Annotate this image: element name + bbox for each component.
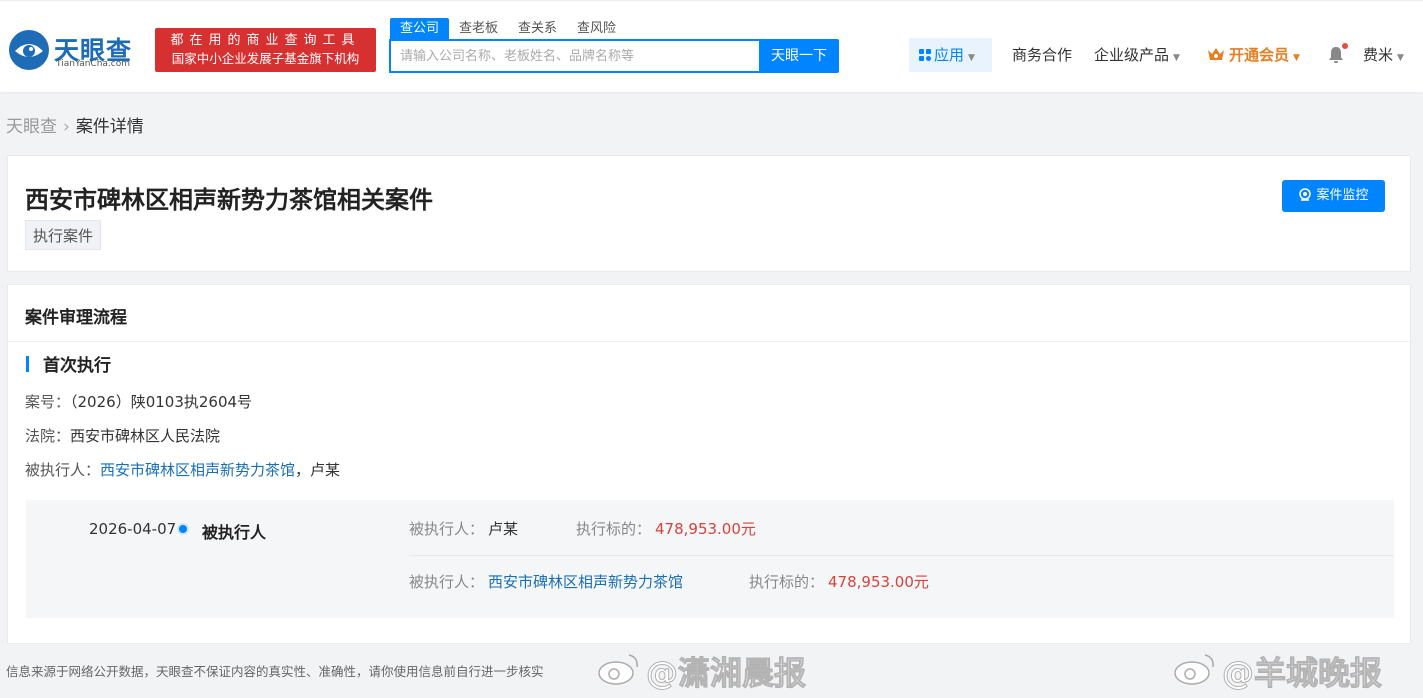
breadcrumb-current: 案件详情 (75, 117, 144, 137)
court-label: 法院： (25, 427, 71, 445)
chevron-down-icon: ▼ (968, 53, 975, 63)
watermark-1: @潇湘晨报 (645, 654, 807, 693)
app-grid-icon (919, 49, 931, 61)
bell-icon[interactable] (1328, 46, 1344, 64)
chevron-down-icon: ▼ (1397, 53, 1404, 63)
timeline-role: 被执行人 (202, 523, 267, 542)
tianyancha-eye-icon (9, 30, 49, 70)
section-title: 案件审理流程 (25, 308, 127, 328)
breadcrumb-home[interactable]: 天眼查 (6, 117, 57, 137)
stage-title: 首次执行 (43, 356, 111, 376)
court-row: 法院：西安市碑林区人民法院 (25, 425, 220, 446)
timeline-dot (179, 525, 187, 533)
tab-search-risk[interactable]: 查风险 (567, 18, 626, 39)
timeline-date: 2026-04-07 (89, 520, 177, 538)
user-menu[interactable]: 费米 ▼ (1363, 38, 1404, 72)
executed-company-link[interactable]: 西安市碑林区相声新势力茶馆 (100, 461, 295, 479)
logo-domain: TianYanCha.com (56, 59, 131, 69)
slogan-line1: 都在用的商业查询工具 (170, 33, 361, 48)
tab-search-relation[interactable]: 查关系 (508, 18, 567, 39)
nav-enterprise-label: 企业级产品 (1094, 46, 1170, 64)
search-box (389, 39, 759, 73)
executed-person: 卢某 (310, 461, 341, 479)
monitor-eye-icon (1299, 188, 1312, 201)
case-process-card: 案件审理流程 首次执行 案号：（2026）陕0103执2604号 法院：西安市碑… (7, 284, 1411, 644)
search-button[interactable]: 天眼一下 (759, 39, 839, 73)
user-name: 费米 (1363, 46, 1394, 64)
party-name: 卢某 (488, 520, 519, 538)
weibo-watermark-icon (1174, 654, 1214, 685)
nav-app-label: 应用 (934, 46, 965, 64)
notification-dot (1342, 43, 1348, 49)
slogan-banner: 都在用的商业查询工具 国家中小企业发展子基金旗下机构 (155, 28, 376, 72)
footer-disclaimer: 信息来源于网络公开数据，天眼查不保证内容的真实性、准确性，请你使用信息前自行进一… (6, 664, 544, 679)
search-input[interactable] (391, 41, 759, 71)
case-title-card: 西安市碑林区相声新势力茶馆相关案件 执行案件 案件监控 (7, 155, 1411, 272)
timeline-row: 被执行人： 卢某 执行标的： 478,953.00元 (409, 504, 1394, 556)
stage-marker (26, 356, 29, 372)
nav-vip-label: 开通会员 (1229, 46, 1290, 64)
nav-business[interactable]: 商务合作 (1012, 38, 1072, 72)
timeline-block: 2026-04-07 被执行人 被执行人： 卢某 执行标的： 478,953.0… (26, 500, 1394, 618)
party-label: 被执行人： (409, 520, 485, 538)
breadcrumb: 天眼查 › 案件详情 (6, 112, 144, 137)
court-name: 西安市碑林区人民法院 (70, 427, 221, 445)
executed-party-row: 被执行人：西安市碑林区相声新势力茶馆，卢某 (25, 459, 340, 480)
case-number-row: 案号：（2026）陕0103执2604号 (25, 391, 252, 412)
page-title: 西安市碑林区相声新势力茶馆相关案件 (25, 186, 433, 214)
nav-enterprise[interactable]: 企业级产品 ▼ (1094, 38, 1180, 72)
amount-label: 执行标的： (749, 573, 825, 591)
timeline-row: 被执行人： 西安市碑林区相声新势力茶馆 执行标的： 478,953.00元 (409, 557, 1394, 609)
party-company-link[interactable]: 西安市碑林区相声新势力茶馆 (488, 571, 683, 592)
crown-icon (1208, 48, 1224, 60)
case-number-label: 案号： (25, 393, 71, 411)
tab-search-boss[interactable]: 查老板 (449, 18, 508, 39)
footer: 信息来源于网络公开数据，天眼查不保证内容的真实性、准确性，请你使用信息前自行进一… (0, 645, 1423, 698)
amount-label: 执行标的： (576, 520, 652, 538)
slogan-line2: 国家中小企业发展子基金旗下机构 (171, 51, 360, 66)
tab-search-company[interactable]: 查公司 (390, 18, 450, 39)
chevron-down-icon: ▼ (1173, 53, 1180, 63)
case-type-tag: 执行案件 (25, 220, 102, 250)
chevron-down-icon: ▼ (1293, 53, 1300, 63)
case-monitor-label: 案件监控 (1316, 188, 1369, 203)
search-tabs: 查公司 查老板 查关系 查风险 (390, 18, 626, 39)
case-number: （2026）陕0103执2604号 (70, 393, 253, 411)
chevron-right-icon: › (63, 117, 70, 137)
nav-app-menu[interactable]: 应用 ▼ (909, 38, 992, 72)
party-label: 被执行人： (409, 573, 485, 591)
top-header: 天眼查 TianYanCha.com 都在用的商业查询工具 国家中小企业发展子基… (0, 0, 1423, 92)
amount-value: 478,953.00元 (655, 520, 756, 538)
amount-value: 478,953.00元 (828, 573, 929, 591)
tianyancha-logo[interactable]: 天眼查 TianYanCha.com (6, 27, 146, 75)
weibo-watermark-icon (598, 654, 638, 685)
executed-separator: ， (295, 461, 311, 479)
nav-vip[interactable]: 开通会员 ▼ (1207, 38, 1300, 72)
executed-label: 被执行人： (25, 461, 101, 479)
watermark-2: @羊城晚报 (1221, 654, 1383, 693)
divider (8, 341, 1410, 342)
case-monitor-button[interactable]: 案件监控 (1282, 180, 1385, 212)
